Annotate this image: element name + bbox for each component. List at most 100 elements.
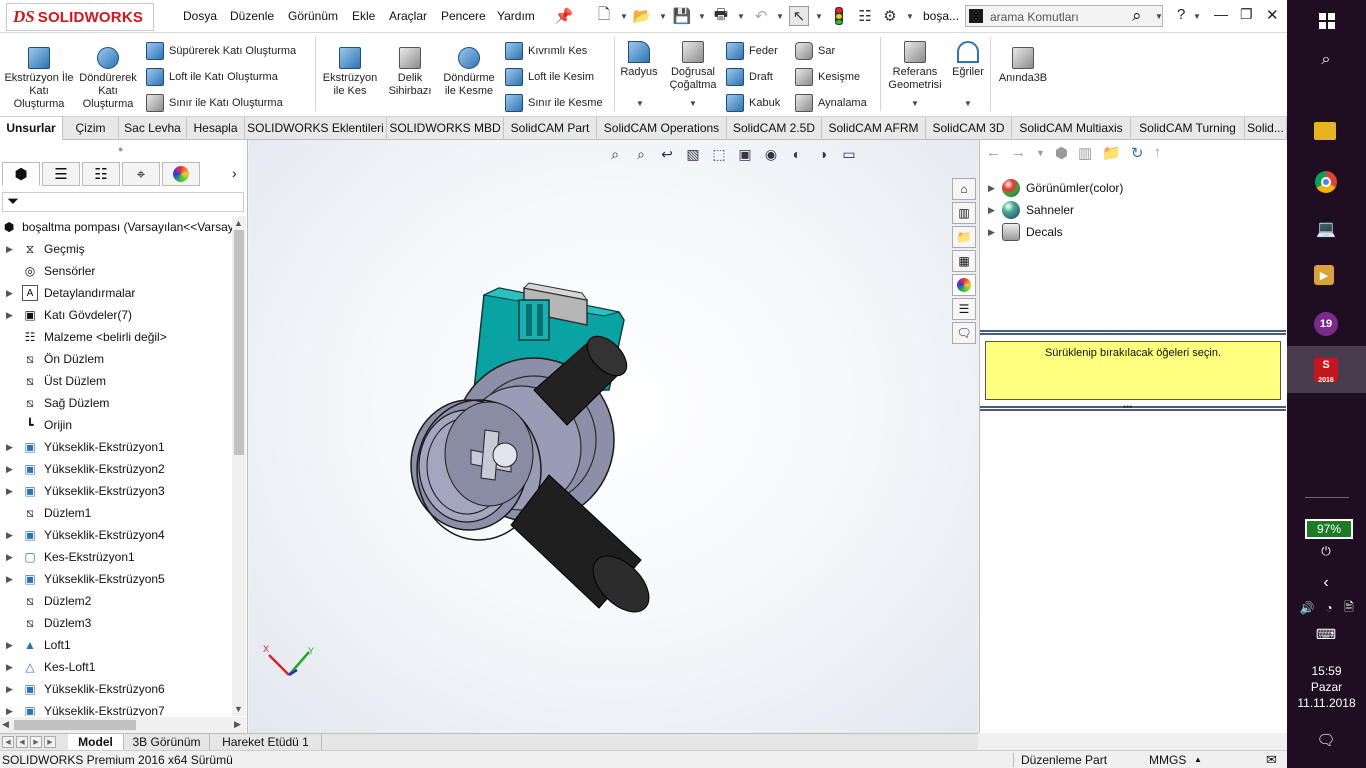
windows-start-icon[interactable]: [1319, 13, 1335, 29]
help-button[interactable]: ?: [1177, 6, 1185, 23]
language-icon[interactable]: 🖹: [1337, 596, 1361, 620]
zoom-to-fit-icon[interactable]: ⌕: [604, 146, 626, 168]
loft-boss-button[interactable]: Loft ile Katı Oluşturma: [146, 68, 278, 86]
tab-solidcam-more[interactable]: Solid...: [1245, 117, 1287, 140]
tree-filter-input[interactable]: ⏷: [2, 192, 244, 212]
shell-button[interactable]: Kabuk: [726, 94, 780, 112]
chevron-up-icon[interactable]: ▲: [1194, 755, 1202, 764]
menu-file[interactable]: Dosya: [183, 9, 217, 23]
wrap-button[interactable]: Sar: [795, 42, 835, 60]
tree-item-boss-extrude5[interactable]: ▶ ▣ Yükseklik-Ekstrüzyon5: [0, 568, 232, 590]
undo-icon[interactable]: ↶: [751, 6, 771, 26]
extrude-cut-button[interactable]: Ekstrüzyon ile Kes: [318, 47, 382, 98]
pane-divider[interactable]: [980, 406, 1286, 411]
previous-tab-icon[interactable]: ◀: [16, 736, 28, 748]
tree-item-loft1[interactable]: ▶ ▲ Loft1: [0, 634, 232, 656]
solidworks-resources-tab[interactable]: ⌂: [952, 178, 976, 200]
appearances-tab[interactable]: [952, 274, 976, 296]
expand-arrow-icon[interactable]: ▶: [6, 442, 18, 453]
design-library-tab[interactable]: ▥: [952, 202, 976, 224]
tree-item-boss-extrude4[interactable]: ▶ ▣ Yükseklik-Ekstrüzyon4: [0, 524, 232, 546]
menu-tools[interactable]: Araçlar: [389, 9, 427, 23]
chevron-down-icon[interactable]: ▼: [636, 99, 644, 108]
draft-button[interactable]: Draft: [726, 68, 773, 86]
dimxpert-tab[interactable]: ⌖: [122, 162, 160, 186]
add-to-library-icon[interactable]: ⬢: [1055, 144, 1068, 166]
solidworks-logo[interactable]: DS SOLIDWORKS: [6, 3, 154, 31]
menu-view[interactable]: Görünüm: [288, 9, 338, 23]
previous-view-icon[interactable]: ↩: [656, 146, 678, 168]
chevron-down-icon[interactable]: ▼: [737, 12, 745, 21]
scroll-left-icon[interactable]: ◀: [2, 719, 9, 730]
file-explorer-icon[interactable]: [1314, 122, 1336, 140]
tree-item-sensors[interactable]: ◎ Sensörler: [0, 260, 232, 282]
expand-arrow-icon[interactable]: ▶: [6, 706, 18, 717]
restore-icon[interactable]: ❐: [1240, 6, 1253, 23]
expand-arrow-icon[interactable]: ▶: [6, 288, 18, 299]
expand-arrow-icon[interactable]: ▶: [988, 227, 1002, 238]
tree-item-top-plane[interactable]: ⧅ Üst Düzlem: [0, 370, 232, 392]
linear-pattern-button[interactable]: Doğrusal Çoğaltma: [664, 41, 722, 92]
tree-item-cut-extrude1[interactable]: ▶ ▢ Kes-Ekstrüzyon1: [0, 546, 232, 568]
search-icon[interactable]: ⌕: [1314, 48, 1338, 72]
extrude-boss-button[interactable]: Ekstrüzyon İle Katı Oluşturma: [4, 47, 74, 111]
save-icon[interactable]: 💾: [672, 6, 692, 26]
tree-horizontal-scrollbar[interactable]: ◀ ▶: [0, 717, 246, 733]
expand-arrow-icon[interactable]: ▶: [6, 486, 18, 497]
chevron-down-icon[interactable]: ▼: [1036, 144, 1045, 166]
app-19-icon[interactable]: 19: [1314, 312, 1338, 336]
pin-icon[interactable]: 📌: [554, 6, 574, 26]
open-folder-icon[interactable]: 📂: [632, 6, 652, 26]
expand-arrow-icon[interactable]: ▶: [6, 552, 18, 563]
menu-help[interactable]: Yardım: [497, 9, 535, 23]
boundary-cut-button[interactable]: Sınır ile Kesme: [505, 94, 603, 112]
hide-show-icon[interactable]: ◉: [760, 146, 782, 168]
loft-cut-button[interactable]: Loft ile Kesim: [505, 68, 594, 86]
property-manager-tab[interactable]: ☰: [42, 162, 80, 186]
media-player-icon[interactable]: ▶: [1314, 265, 1334, 285]
tab-solidcam-afrm[interactable]: SolidCAM AFRM: [822, 117, 926, 140]
intersect-button[interactable]: Kesişme: [795, 68, 860, 86]
instant3d-button[interactable]: Anında3B: [994, 47, 1052, 85]
expand-arrow-icon[interactable]: ▶: [6, 310, 18, 321]
close-icon[interactable]: ✕: [1266, 6, 1279, 24]
view-palette-tab[interactable]: ▦: [952, 250, 976, 272]
up-arrow-icon[interactable]: ↑: [1153, 144, 1161, 166]
chrome-icon[interactable]: [1314, 170, 1338, 194]
print-icon[interactable]: 🖶: [711, 6, 731, 26]
tree-item-right-plane[interactable]: ⧅ Sağ Düzlem: [0, 392, 232, 414]
tree-root[interactable]: ⬢ boşaltma pompası (Varsayılan<<Varsayıl…: [0, 216, 232, 238]
gear-icon[interactable]: ⚙: [880, 6, 900, 26]
reference-geometry-button[interactable]: Referans Geometrisi: [884, 41, 946, 92]
tab-sketch[interactable]: Çizim: [63, 117, 119, 140]
library-icon[interactable]: ▥: [1078, 144, 1092, 166]
minimize-icon[interactable]: —: [1214, 6, 1228, 22]
search-scope-icon[interactable]: [969, 9, 983, 23]
keyboard-icon[interactable]: ⌨: [1314, 622, 1338, 646]
chevron-left-icon[interactable]: ‹: [1314, 571, 1338, 595]
scrollbar-thumb[interactable]: [14, 720, 136, 730]
taskbar-clock[interactable]: 15:59 Pazar 11.11.2018: [1287, 663, 1366, 711]
menu-window[interactable]: Pencere: [441, 9, 486, 23]
boundary-boss-button[interactable]: Sınır ile Katı Oluşturma: [146, 94, 283, 112]
revolve-boss-button[interactable]: Döndürerek Katı Oluşturma: [76, 47, 140, 111]
file-properties-icon[interactable]: ☷: [855, 6, 875, 26]
swept-cut-button[interactable]: Kıvrımlı Kes: [505, 42, 587, 60]
scroll-up-icon[interactable]: ▲: [234, 218, 243, 228]
expand-arrow-icon[interactable]: ▶: [6, 684, 18, 695]
expand-arrow-icon[interactable]: ▶: [6, 640, 18, 651]
tab-model[interactable]: Model: [68, 734, 124, 751]
tab-solidcam-2-5d[interactable]: SolidCAM 2.5D: [727, 117, 822, 140]
fillet-button[interactable]: Radyus: [616, 41, 662, 79]
part-model[interactable]: X Y: [249, 140, 978, 733]
view-settings-icon[interactable]: ▭: [838, 146, 860, 168]
appearances-item-decals[interactable]: ▶ Decals: [988, 221, 1063, 243]
display-style-icon[interactable]: ▣: [734, 146, 756, 168]
volume-icon[interactable]: 🔊: [1295, 596, 1319, 620]
appearances-item-scenes[interactable]: ▶ Sahneler: [988, 199, 1074, 221]
computer-icon[interactable]: 💻: [1314, 217, 1338, 241]
tree-vertical-scrollbar[interactable]: ▲ ▼: [232, 216, 246, 716]
expand-arrow-icon[interactable]: ▶: [6, 574, 18, 585]
sweep-boss-button[interactable]: Süpürerek Katı Oluşturma: [146, 42, 296, 60]
first-tab-icon[interactable]: ◀: [2, 736, 14, 748]
